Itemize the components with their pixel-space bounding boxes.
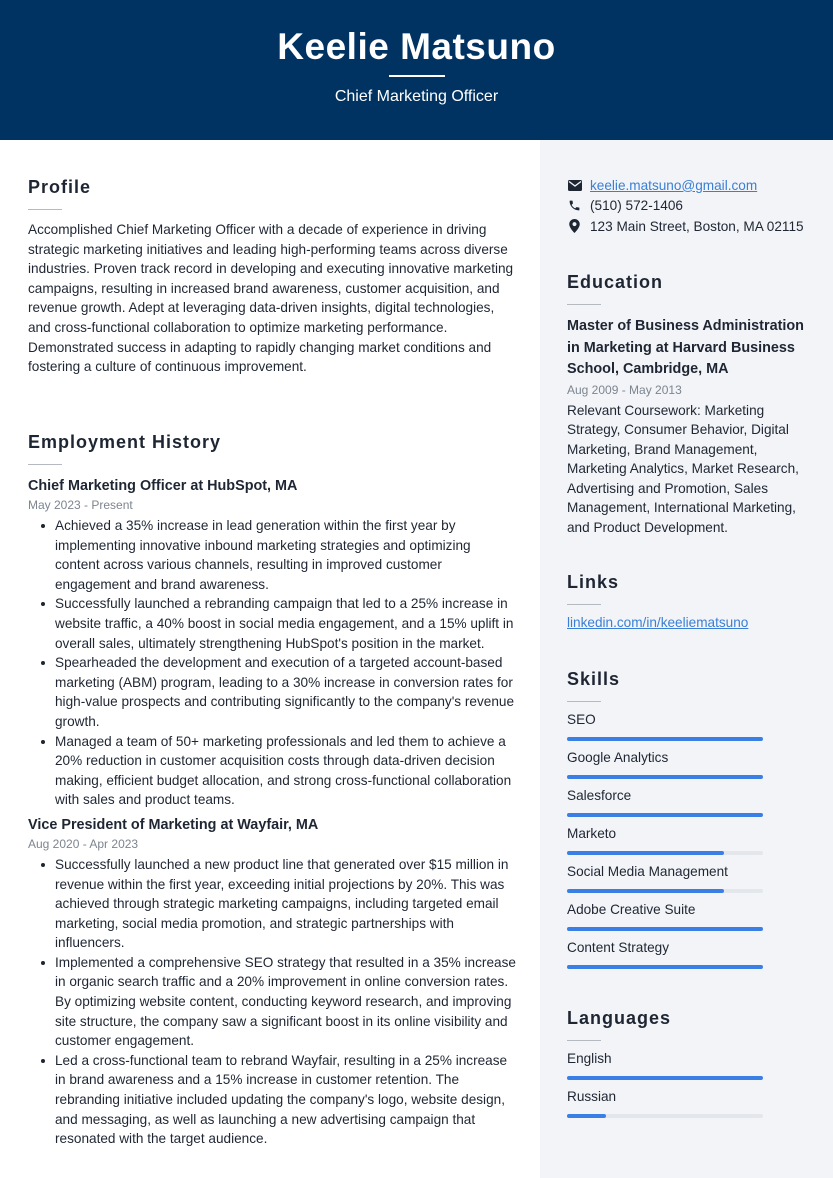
skills-heading: Skills [567, 669, 621, 689]
language-item: Russian [567, 1081, 817, 1119]
job-bullet: Successfully launched a rebranding campa… [28, 594, 518, 653]
skill-level-bar [567, 775, 763, 779]
profile-section: Profile Accomplished Chief Marketing Off… [28, 175, 518, 377]
language-level-bar [567, 1114, 763, 1118]
languages-list: English Russian [567, 1043, 817, 1119]
skill-level-fill [567, 737, 763, 741]
skill-item: Social Media Management [567, 856, 817, 894]
language-item: English [567, 1043, 817, 1081]
education-heading: Education [567, 272, 664, 292]
skill-level-bar [567, 737, 763, 741]
contact-address: 123 Main Street, Boston, MA 02115 [567, 216, 827, 237]
section-divider [567, 304, 601, 305]
job-dates: Aug 2020 - Apr 2023 [28, 836, 139, 851]
skill-name: SEO [567, 712, 596, 727]
email-link[interactable]: keelie.matsuno@gmail.com [590, 178, 757, 193]
section-divider [567, 1040, 601, 1041]
skill-item: Salesforce [567, 780, 817, 818]
links-heading: Links [567, 572, 620, 592]
candidate-title: Chief Marketing Officer [334, 88, 499, 105]
job-title: Chief Marketing Officer at HubSpot, MA [28, 478, 298, 494]
address-text: 123 Main Street, Boston, MA 02115 [590, 218, 804, 234]
languages-section: Languages English Russian [567, 1006, 817, 1119]
resume-header: Keelie Matsuno Chief Marketing Officer [0, 0, 833, 140]
profile-heading: Profile [28, 177, 92, 197]
language-name: English [567, 1051, 612, 1066]
profile-text: Accomplished Chief Marketing Officer wit… [28, 222, 514, 375]
skill-item: SEO [567, 704, 817, 742]
candidate-name: Keelie Matsuno [277, 26, 556, 67]
job-bullet: Implemented a comprehensive SEO strategy… [28, 953, 518, 1051]
skill-level-bar [567, 813, 763, 817]
section-divider [567, 701, 601, 702]
skill-level-bar [567, 927, 763, 931]
job-bullet: Managed a team of 50+ marketing professi… [28, 732, 518, 810]
employment-section: Employment History Chief Marketing Offic… [28, 430, 518, 1149]
job-title: Vice President of Marketing at Wayfair, … [28, 816, 319, 833]
skill-level-fill [567, 851, 724, 855]
job-bullets: Achieved a 35% increase in lead generati… [28, 516, 518, 810]
envelope-icon [567, 178, 582, 193]
degree-title: Master of Business Administration in Mar… [567, 318, 804, 377]
header-divider [389, 75, 445, 77]
section-divider [28, 209, 62, 210]
job-bullet: Led a cross-functional team to rebrand W… [28, 1051, 518, 1149]
skill-level-fill [567, 965, 763, 969]
skill-level-fill [567, 813, 763, 817]
job-dates: May 2023 - Present [28, 498, 133, 512]
skill-item: Marketo [567, 818, 817, 856]
skill-item: Google Analytics [567, 742, 817, 780]
skill-level-fill [567, 927, 763, 931]
contact-details: keelie.matsuno@gmail.com (510) 572-1406 … [567, 175, 827, 237]
skill-name: Salesforce [567, 788, 632, 803]
job-bullets: Successfully launched a new product line… [28, 855, 518, 1149]
contact-phone: (510) 572-1406 [567, 196, 827, 217]
skill-name: Social Media Management [567, 864, 728, 879]
job-entry: Vice President of Marketing at Wayfair, … [28, 815, 518, 1149]
education-section: Education Master of Business Administrat… [567, 270, 817, 538]
skill-level-bar [567, 851, 763, 855]
skill-item: Content Strategy [567, 932, 817, 970]
section-divider [567, 604, 601, 605]
linkedin-link[interactable]: linkedin.com/in/keeliematsuno [567, 613, 817, 633]
job-bullet: Achieved a 35% increase in lead generati… [28, 516, 518, 594]
phone-icon [567, 198, 582, 213]
skill-level-fill [567, 775, 763, 779]
language-level-fill [567, 1076, 763, 1080]
language-level-fill [567, 1114, 607, 1118]
job-entry: Chief Marketing Officer at HubSpot, MA M… [28, 476, 518, 810]
main-column: Profile Accomplished Chief Marketing Off… [0, 140, 540, 1178]
language-name: Russian [567, 1089, 617, 1104]
education-dates: Aug 2009 - May 2013 [567, 382, 682, 397]
job-bullet: Successfully launched a new product line… [28, 855, 518, 953]
coursework-text: Relevant Coursework: Marketing Strategy,… [567, 402, 799, 536]
skill-name: Google Analytics [567, 750, 669, 765]
skill-name: Adobe Creative Suite [567, 902, 696, 917]
section-divider [28, 464, 62, 465]
links-section: Links linkedin.com/in/keeliematsuno [567, 570, 817, 633]
contact-email: keelie.matsuno@gmail.com [567, 175, 827, 196]
map-pin-icon [567, 219, 582, 234]
skill-level-bar [567, 889, 763, 893]
skill-level-fill [567, 889, 724, 893]
skill-level-bar [567, 965, 763, 969]
skill-name: Marketo [567, 826, 617, 841]
skill-name: Content Strategy [567, 940, 670, 955]
skill-item: Adobe Creative Suite [567, 894, 817, 932]
job-bullet: Spearheaded the development and executio… [28, 653, 518, 731]
phone-text: (510) 572-1406 [590, 198, 683, 214]
sidebar: keelie.matsuno@gmail.com (510) 572-1406 … [540, 140, 833, 1178]
language-level-bar [567, 1076, 763, 1080]
languages-heading: Languages [567, 1008, 672, 1028]
skills-section: Skills SEO Google Analytics Salesforce M… [567, 667, 817, 970]
employment-heading: Employment History [28, 432, 222, 452]
skills-list: SEO Google Analytics Salesforce Marketo … [567, 704, 817, 970]
